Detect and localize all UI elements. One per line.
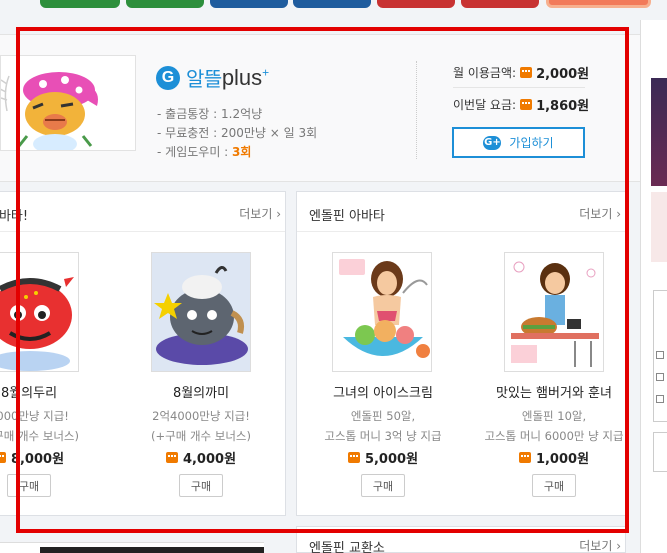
product-name[interactable]: 그녀의 아이스크림 bbox=[308, 382, 458, 401]
product-image[interactable] bbox=[504, 252, 604, 372]
promo-character-image bbox=[0, 55, 136, 151]
divider bbox=[416, 61, 417, 159]
product-desc: 엔돌핀 10알, 고스톱 머니 6000만 냥 지급 bbox=[479, 406, 629, 446]
this-month-value: 1,860원 bbox=[536, 99, 590, 114]
fee-divider bbox=[453, 87, 585, 88]
product-desc-line: 엔돌핀 50알, bbox=[350, 409, 416, 423]
side-checklist bbox=[653, 290, 667, 422]
bottom-left-panel bbox=[0, 542, 264, 553]
avatar-card: 아바타! 더보기 › 8월의두리 3000만냥 지급! (+구매 개수 보너스) bbox=[0, 191, 286, 516]
feature-text: 게임도우미 : bbox=[165, 145, 233, 159]
product-name[interactable]: 8월의두리 bbox=[0, 382, 104, 401]
brand-plus: plus+ bbox=[222, 65, 269, 91]
g-plus-icon: G+ bbox=[483, 135, 502, 150]
product-price: 5,000원 bbox=[308, 448, 458, 467]
plus-promo-panel: G 알뜰 plus+ - 출금통장 : 1.2억냥 - 무료충전 : 200만냥… bbox=[0, 34, 640, 182]
price-value: 1,000원 bbox=[535, 452, 590, 467]
buy-button[interactable]: 구매 bbox=[179, 474, 223, 497]
side-banner[interactable] bbox=[651, 78, 667, 186]
endorphin-avatar-card: 엔돌핀 아바타 더보기 › 그녀의 아이스크림 엔돌핀 50알, 고스톱 머니 … bbox=[296, 191, 626, 516]
product-desc-line: 3000만냥 지급! bbox=[0, 409, 69, 423]
product-desc-line: (+구매 개수 보너스) bbox=[151, 429, 251, 443]
coin-icon bbox=[520, 67, 533, 78]
product-price: 8,000원 bbox=[0, 448, 104, 467]
feature-text: 무료충전 : 200만냥 × 일 3회 bbox=[165, 126, 318, 140]
product-price: 4,000원 bbox=[126, 448, 276, 467]
card-title: 엔돌핀 아바타 bbox=[309, 209, 385, 224]
more-link[interactable]: 더보기 › bbox=[239, 205, 281, 222]
this-month-label: 이번달 요금: bbox=[453, 98, 517, 112]
card-header: 엔돌핀 아바타 더보기 › bbox=[297, 192, 625, 232]
join-button[interactable]: G+ 가입하기 bbox=[452, 127, 585, 158]
card-title: 엔돌핀 교환소 bbox=[309, 541, 385, 553]
product-image[interactable] bbox=[0, 252, 79, 372]
join-button-label: 가입하기 bbox=[509, 136, 554, 150]
product-desc: 3000만냥 지급! (+구매 개수 보너스) bbox=[0, 406, 104, 446]
brand-logo: G 알뜰 plus+ bbox=[156, 63, 269, 92]
feature-item: - 게임도우미 : 3회 bbox=[157, 143, 317, 162]
feature-highlight: 3회 bbox=[232, 145, 252, 159]
side-box bbox=[653, 432, 667, 472]
card-title: 아바타! bbox=[0, 209, 29, 224]
product-desc-line: (+구매 개수 보너스) bbox=[0, 429, 79, 443]
brand-name: 알뜰 bbox=[186, 69, 222, 91]
endorphin-exchange-card: 엔돌핀 교환소 더보기 › bbox=[296, 526, 626, 553]
coin-icon bbox=[0, 452, 6, 463]
this-month-fee-row: 이번달 요금: 1,860원 bbox=[453, 95, 589, 114]
checkbox-icon[interactable] bbox=[656, 395, 664, 403]
price-value: 4,000원 bbox=[182, 452, 237, 467]
product-desc-line: 고스톱 머니 6000만 냥 지급 bbox=[484, 429, 624, 443]
feature-prefix: - bbox=[157, 145, 166, 159]
checkbox-icon[interactable] bbox=[656, 351, 664, 359]
product-name[interactable]: 맛있는 햄버거와 훈녀 bbox=[479, 382, 629, 401]
product-desc-line: 엔돌핀 10알, bbox=[521, 409, 587, 423]
nav-tab-6[interactable] bbox=[461, 0, 539, 8]
nav-tab-2[interactable] bbox=[126, 0, 204, 8]
nav-tab-1[interactable] bbox=[40, 0, 120, 8]
more-label: 더보기 bbox=[579, 207, 613, 221]
buy-button[interactable]: 구매 bbox=[532, 474, 576, 497]
product-desc: 2억4000만냥 지급! (+구매 개수 보너스) bbox=[126, 406, 276, 446]
price-value: 8,000원 bbox=[10, 452, 65, 467]
top-nav bbox=[0, 0, 667, 10]
feature-item: - 무료충전 : 200만냥 × 일 3회 bbox=[157, 124, 317, 143]
monthly-fee-row: 월 이용금액: 2,000원 bbox=[453, 63, 589, 82]
buy-button[interactable]: 구매 bbox=[361, 474, 405, 497]
feature-prefix: - bbox=[157, 126, 166, 140]
more-label: 더보기 bbox=[579, 539, 613, 553]
more-link[interactable]: 더보기 › bbox=[579, 537, 621, 553]
more-link[interactable]: 더보기 › bbox=[579, 205, 621, 222]
coin-icon bbox=[347, 452, 360, 463]
checkbox-icon[interactable] bbox=[656, 373, 664, 381]
product-name[interactable]: 8월의까미 bbox=[126, 382, 276, 401]
feature-text: 출금통장 : 1.2억냥 bbox=[165, 107, 263, 121]
monthly-fee-label: 월 이용금액: bbox=[453, 66, 517, 80]
coin-icon bbox=[520, 99, 533, 110]
price-value: 5,000원 bbox=[364, 452, 419, 467]
feature-item: - 출금통장 : 1.2억냥 bbox=[157, 105, 317, 124]
coin-icon bbox=[518, 452, 531, 463]
product-image[interactable] bbox=[332, 252, 432, 372]
card-header: 아바타! 더보기 › bbox=[0, 192, 285, 232]
right-sidebar bbox=[640, 20, 667, 553]
product-desc: 엔돌핀 50알, 고스톱 머니 3억 냥 지급 bbox=[308, 406, 458, 446]
feature-prefix: - bbox=[157, 107, 166, 121]
product-price: 1,000원 bbox=[479, 448, 629, 467]
buy-button[interactable]: 구매 bbox=[7, 474, 51, 497]
side-banner-2[interactable] bbox=[651, 192, 667, 262]
nav-tab-7[interactable] bbox=[546, 0, 651, 8]
coin-icon bbox=[165, 452, 178, 463]
product-desc-line: 2억4000만냥 지급! bbox=[152, 409, 250, 423]
nav-tab-5[interactable] bbox=[377, 0, 455, 8]
product-desc-line: 고스톱 머니 3억 냥 지급 bbox=[324, 429, 442, 443]
g-logo-icon: G bbox=[156, 65, 180, 90]
product-image[interactable] bbox=[151, 252, 251, 372]
nav-tab-4[interactable] bbox=[293, 0, 371, 8]
brand-plus-sup: + bbox=[262, 65, 270, 80]
nav-tab-3[interactable] bbox=[210, 0, 288, 8]
more-label: 더보기 bbox=[239, 207, 273, 221]
feature-list: - 출금통장 : 1.2억냥 - 무료충전 : 200만냥 × 일 3회 - 게… bbox=[157, 105, 317, 162]
brand-plus-text: plus bbox=[221, 64, 263, 90]
monthly-fee-value: 2,000원 bbox=[536, 67, 590, 82]
